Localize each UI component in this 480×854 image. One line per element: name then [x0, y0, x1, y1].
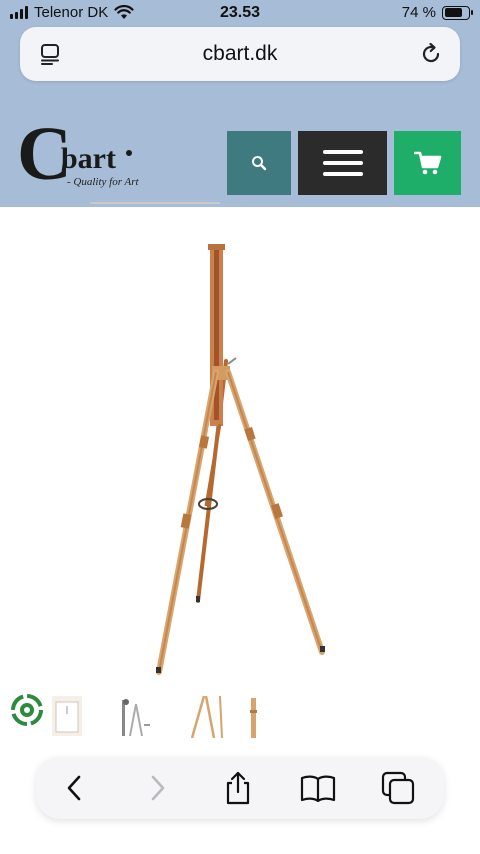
hamburger-menu-icon — [322, 150, 363, 176]
product-image-easel[interactable] — [140, 236, 340, 686]
forward-chevron-icon — [151, 775, 165, 801]
back-chevron-icon — [67, 775, 81, 801]
thumbnail-strip — [0, 686, 480, 746]
thumbnail-2[interactable] — [118, 694, 152, 738]
status-bar: Telenor DK 23.53 74 % — [0, 0, 480, 28]
back-button[interactable] — [54, 768, 94, 808]
address-bar[interactable]: cbart.dk — [20, 27, 460, 81]
url-text[interactable]: cbart.dk — [20, 42, 460, 66]
browser-top-area: Telenor DK 23.53 74 % cbart.dk C bart - … — [0, 0, 480, 207]
search-icon — [252, 156, 267, 171]
tabs-icon — [381, 771, 415, 805]
share-button[interactable] — [218, 768, 258, 808]
battery-percent: 74 % — [401, 4, 436, 21]
thumbnail-3[interactable] — [186, 694, 224, 738]
tabs-button[interactable] — [378, 768, 418, 808]
status-right: 74 % — [401, 4, 473, 21]
thumbnail-1[interactable] — [50, 694, 84, 738]
menu-button[interactable] — [298, 131, 387, 195]
logo-dot — [126, 150, 132, 156]
thumbnail-4[interactable] — [244, 694, 264, 738]
book-icon — [300, 775, 336, 802]
logo-tagline: - Quality for Art — [67, 176, 139, 188]
shopping-cart-icon — [413, 151, 441, 175]
search-button[interactable] — [227, 131, 291, 195]
reload-icon[interactable] — [418, 41, 444, 67]
battery-icon — [442, 5, 473, 20]
share-icon — [226, 771, 250, 805]
recycle-badge-icon — [11, 694, 43, 726]
forward-button[interactable] — [138, 768, 178, 808]
browser-toolbar — [36, 757, 444, 819]
logo-name: bart — [61, 142, 116, 175]
site-logo[interactable]: C bart - Quality for Art — [17, 116, 147, 194]
breadcrumb-cutoff — [90, 201, 220, 209]
cart-button[interactable] — [394, 131, 461, 195]
bookmarks-button[interactable] — [298, 768, 338, 808]
